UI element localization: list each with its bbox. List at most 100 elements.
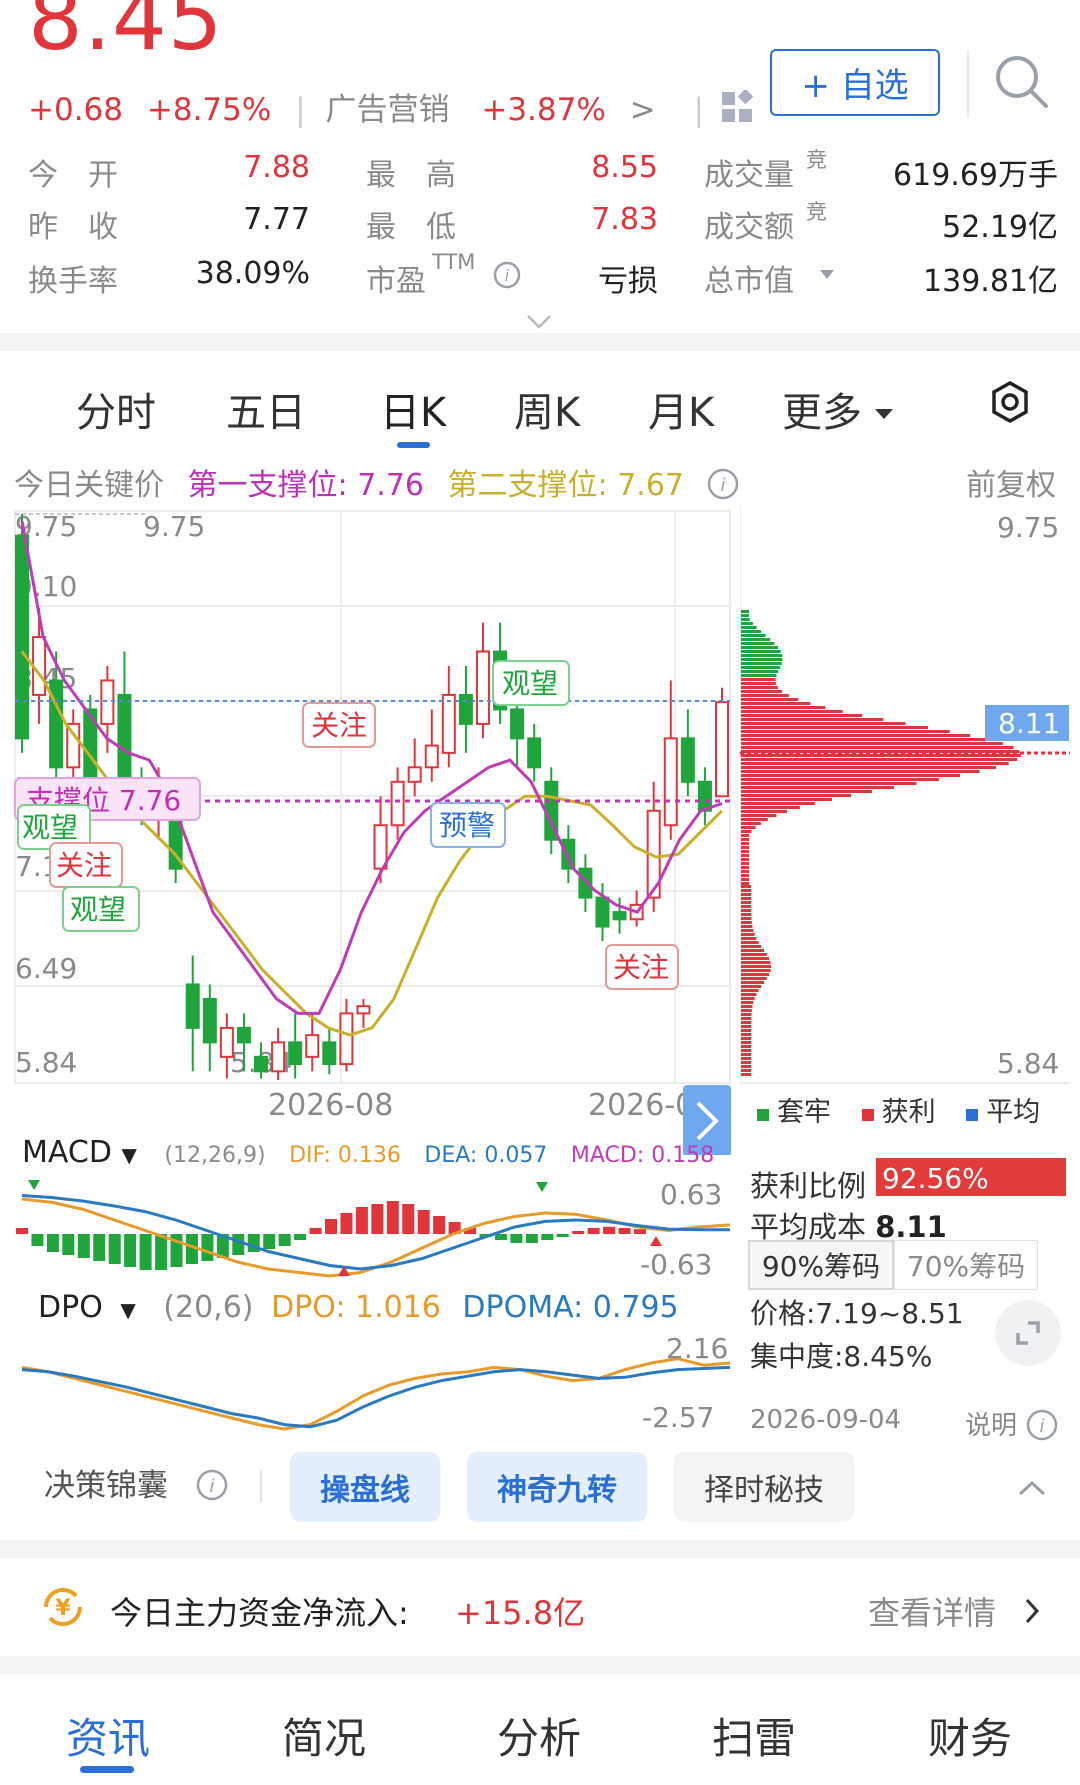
chip-90-button[interactable]: 90%筹码: [748, 1240, 894, 1290]
dpo-selector[interactable]: DPO ▼: [38, 1290, 136, 1325]
chip-bar: [741, 746, 1014, 749]
chevron-right-icon[interactable]: [1022, 1596, 1042, 1626]
chip-bar: [741, 794, 852, 797]
strategy-button[interactable]: 神奇九转: [467, 1452, 647, 1522]
macd-selector[interactable]: MACD ▼: [22, 1135, 137, 1170]
nav-finance[interactable]: 财务: [928, 1705, 1012, 1766]
fund-flow-row[interactable]: ¥ 今日主力资金净流入: +15.8亿 查看详情: [0, 1560, 1080, 1656]
chip-bar: [741, 810, 788, 813]
mcap-label[interactable]: 总市值: [704, 256, 794, 300]
chip-bar: [741, 1037, 752, 1040]
apps-grid-icon[interactable]: [720, 88, 756, 124]
macd-bar: [618, 1228, 631, 1234]
chip-bar: [741, 790, 872, 793]
caret-down-icon[interactable]: [818, 268, 836, 282]
tab-wuri[interactable]: 五日: [226, 380, 306, 438]
expand-icon: [1016, 1321, 1040, 1345]
tab-fenshi[interactable]: 分时: [76, 380, 156, 438]
strategy-label: 决策锦囊: [44, 1468, 168, 1504]
dpo-header: DPO ▼ (20,6) DPO: 1.016 DPOMA: 0.795: [38, 1290, 679, 1325]
adjust-toggle[interactable]: 前复权: [966, 460, 1056, 504]
chip-bar: [741, 1001, 754, 1004]
expand-chevron-icon[interactable]: [525, 313, 553, 331]
dpoma-line: [21, 1365, 731, 1429]
candle-body: [595, 896, 610, 928]
nav-analysis[interactable]: 分析: [497, 1705, 581, 1766]
nav-news[interactable]: 资讯: [66, 1705, 150, 1766]
dpo-line: [21, 1357, 731, 1431]
strategy-button[interactable]: 择时秘技: [674, 1452, 854, 1522]
chip-bar: [741, 993, 757, 996]
macd-bar: [402, 1204, 415, 1234]
strategy-button[interactable]: 操盘线: [290, 1452, 440, 1522]
flow-detail-link[interactable]: 查看详情: [868, 1588, 996, 1634]
chip-date: 2026-09-04: [750, 1405, 902, 1435]
chip-bar: [741, 1009, 752, 1012]
macd-bar: [340, 1213, 353, 1234]
macd-bar: [16, 1228, 28, 1234]
chip-bar: [741, 961, 771, 964]
macd-bar: [139, 1234, 152, 1270]
amount-value: 52.19亿: [942, 210, 1058, 245]
flow-value: +15.8亿: [455, 1594, 586, 1632]
chip-bar: [741, 814, 777, 817]
chip-bar: [741, 846, 749, 849]
macd-bar: [355, 1207, 368, 1234]
search-icon[interactable]: [992, 52, 1052, 112]
info-icon[interactable]: i: [706, 467, 740, 501]
quote-row: 今 开 7.88 最 高 8.55 成交量 竞 619.69万手: [28, 148, 1058, 193]
signal-tags: 关注 观望 预警 观望 关注 观望 关注: [17, 660, 679, 990]
y-label: 5.84: [15, 1046, 77, 1079]
legend-swatch: [966, 1109, 979, 1121]
chip-bar: [741, 714, 863, 717]
chip-price-range: 价格:7.19~8.51: [750, 1297, 964, 1330]
dpo-name: DPO: [38, 1290, 103, 1325]
macd-bar: [572, 1231, 585, 1234]
nav-risk-scan[interactable]: 扫雷: [712, 1705, 796, 1766]
info-icon[interactable]: i: [492, 260, 522, 290]
price-change-pct: +8.75%: [146, 92, 272, 128]
open-value: 7.88: [243, 150, 310, 185]
chip-bar: [741, 949, 765, 952]
candle-body: [288, 1041, 303, 1066]
high-value: 8.55: [591, 150, 658, 185]
dpo-value: DPO: 1.016: [271, 1290, 441, 1325]
macd-bar: [634, 1229, 646, 1234]
divider: |: [693, 92, 704, 128]
candle-body: [680, 737, 695, 783]
chip-bar: [741, 762, 1009, 765]
chip-bar: [741, 965, 771, 968]
nav-profile[interactable]: 简况: [282, 1705, 366, 1766]
chip-bar: [741, 866, 749, 869]
macd-bar: [155, 1234, 168, 1270]
tab-more[interactable]: 更多: [782, 380, 896, 438]
chip-70-button[interactable]: 70%筹码: [894, 1240, 1038, 1290]
fullscreen-button[interactable]: [995, 1300, 1061, 1366]
x-label: 2026-08: [268, 1088, 393, 1123]
high-price-label: 9.75: [143, 510, 205, 543]
candle-body: [236, 1026, 251, 1044]
add-watchlist-button[interactable]: + 自选: [770, 49, 940, 116]
chip-bar: [741, 989, 759, 992]
chip-bar: [741, 778, 939, 781]
signal-tag: 关注: [49, 842, 123, 888]
mcap-value: 139.81亿: [923, 264, 1058, 299]
candle-body: [305, 1034, 320, 1058]
candle-body: [117, 693, 132, 783]
info-icon[interactable]: i: [195, 1468, 229, 1502]
macd-bar: [62, 1234, 75, 1255]
tab-yuek[interactable]: 月K: [648, 380, 714, 438]
chip-bar: [741, 909, 752, 912]
chip-bar: [741, 802, 815, 805]
settings-icon[interactable]: [988, 380, 1032, 424]
explain-link[interactable]: 说明 i: [965, 1405, 1059, 1442]
collapse-chevron-icon[interactable]: [1016, 1478, 1048, 1498]
chip-bar: [741, 722, 906, 725]
chip-bar: [741, 726, 928, 729]
tab-zhouk[interactable]: 周K: [514, 380, 580, 438]
sector-link[interactable]: 广告营销 +3.87% >: [326, 92, 680, 128]
kline-chart[interactable]: 9.75 9.10 8.45 7.79 7.14 6.49 5.84 9.75 …: [0, 505, 740, 1155]
tab-rik[interactable]: 日K: [380, 380, 446, 438]
avg-cost-value: 8.11: [875, 1210, 947, 1244]
macd-bottom-label: -0.63: [640, 1248, 712, 1281]
